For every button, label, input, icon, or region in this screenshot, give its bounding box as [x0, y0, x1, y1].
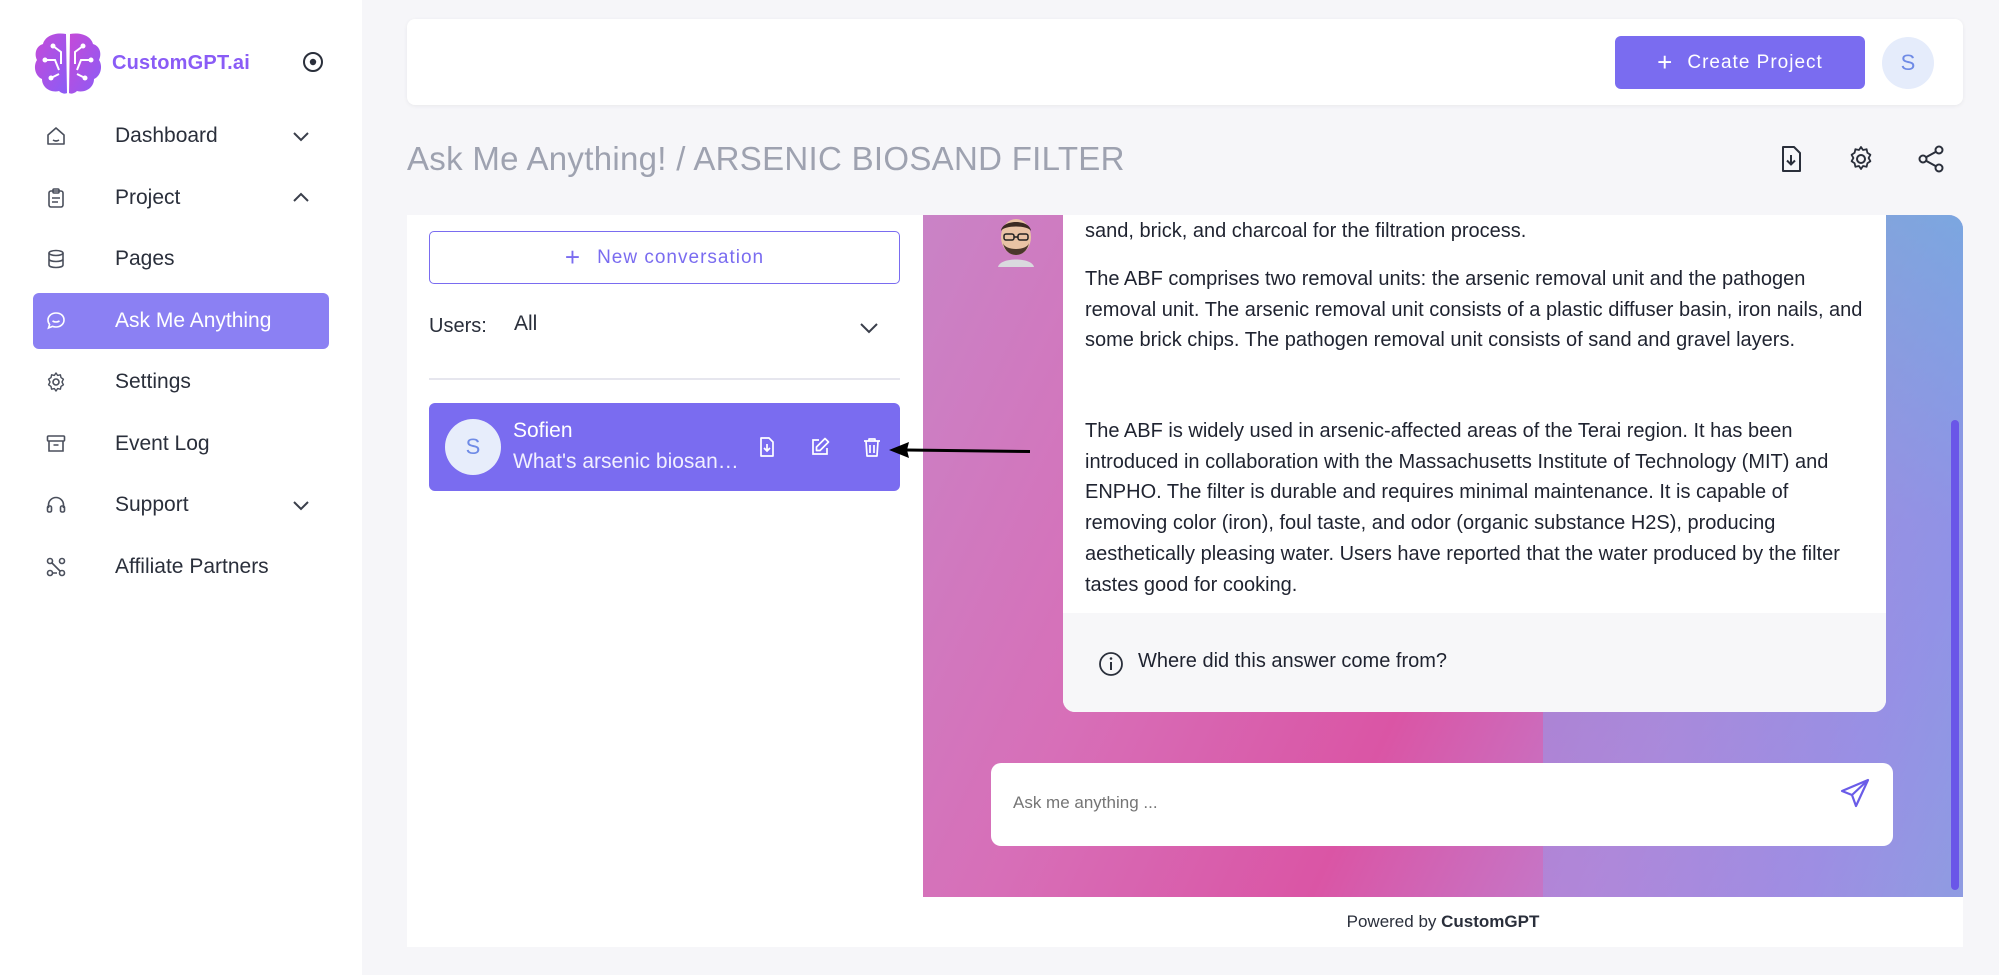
- info-icon: [1099, 652, 1123, 676]
- sidebar-item-label: Dashboard: [115, 124, 218, 147]
- sidebar-item-label: Ask Me Anything: [115, 308, 272, 332]
- page-title: Ask Me Anything! / ARSENIC BIOSAND FILTE…: [407, 140, 1125, 177]
- chat-input[interactable]: [1013, 793, 1793, 813]
- new-conversation-button[interactable]: + New conversation: [429, 231, 900, 284]
- sidebar-item-pages[interactable]: Pages: [33, 231, 329, 287]
- conversation-avatar: S: [445, 419, 501, 475]
- create-project-label: Create Project: [1687, 51, 1823, 73]
- gear-icon: [47, 372, 65, 392]
- sidebar-item-label: Project: [115, 185, 181, 209]
- sidebar-nav: Dashboard Project Pages Ask Me Anything …: [33, 108, 329, 600]
- chat-scrollbar[interactable]: [1951, 420, 1959, 890]
- edit-conversation-icon[interactable]: [809, 436, 831, 458]
- collapse-toggle-icon[interactable]: [302, 51, 324, 73]
- chat-input-container: [991, 763, 1893, 846]
- sidebar-item-label: Support: [115, 493, 189, 516]
- sidebar-item-event-log[interactable]: Event Log: [33, 416, 329, 472]
- plus-icon: +: [564, 242, 582, 272]
- chevron-down-icon[interactable]: [291, 126, 311, 146]
- download-file-icon[interactable]: [1776, 144, 1806, 174]
- powered-by-prefix: Powered by: [1346, 912, 1437, 931]
- chevron-up-icon[interactable]: [291, 188, 311, 208]
- headset-icon: [46, 496, 66, 513]
- conversation-panel: + New conversation Users: All S Sofien W…: [407, 215, 923, 947]
- user-avatar[interactable]: S: [1882, 37, 1934, 89]
- assistant-avatar: [998, 219, 1034, 267]
- sidebar-item-dashboard[interactable]: Dashboard: [33, 108, 329, 164]
- users-filter-select[interactable]: All: [514, 308, 900, 344]
- sidebar-item-affiliate-partners[interactable]: Affiliate Partners: [33, 539, 329, 595]
- message-paragraph: The ABF is widely used in arsenic-affect…: [1085, 420, 1840, 596]
- sidebar: CustomGPT.ai Dashboard Project Pages Ask…: [0, 0, 362, 975]
- create-project-button[interactable]: + Create Project: [1615, 36, 1865, 89]
- share-icon[interactable]: [1916, 144, 1946, 174]
- brand-name: CustomGPT.ai: [112, 51, 250, 74]
- divider: [429, 378, 900, 380]
- annotation-arrow-icon: [889, 442, 1031, 458]
- brand[interactable]: CustomGPT.ai: [33, 28, 333, 98]
- sidebar-item-label: Settings: [115, 370, 191, 393]
- archive-icon: [46, 434, 66, 452]
- plus-icon: +: [1657, 47, 1674, 77]
- network-icon: [46, 557, 66, 576]
- home-icon: [47, 127, 65, 145]
- message-paragraph: The ABF comprises two removal units: the…: [1085, 268, 1863, 352]
- powered-by-footer: Powered by CustomGPT: [923, 897, 1963, 947]
- sidebar-item-settings[interactable]: Settings: [33, 354, 329, 410]
- brain-logo-icon: [34, 33, 102, 94]
- sidebar-item-project[interactable]: Project: [33, 170, 329, 226]
- chat-icon: [47, 311, 65, 329]
- send-icon[interactable]: [1839, 777, 1871, 809]
- chevron-down-icon[interactable]: [291, 495, 311, 515]
- powered-by-brand[interactable]: CustomGPT: [1441, 912, 1539, 931]
- conversation-preview: What's arsenic biosand filter?: [513, 450, 743, 474]
- conversation-user-name: Sofien: [513, 419, 573, 442]
- assistant-message: sand, brick, and charcoal for the filtra…: [1063, 215, 1886, 712]
- sidebar-item-support[interactable]: Support: [33, 477, 329, 533]
- clipboard-icon: [48, 187, 64, 208]
- chevron-down-icon: [860, 323, 878, 334]
- answer-source-label: Where did this answer come from?: [1138, 650, 1448, 672]
- sidebar-item-label: Event Log: [115, 431, 210, 455]
- users-filter-value: All: [514, 312, 538, 335]
- users-filter-label: Users:: [429, 315, 487, 337]
- database-icon: [48, 249, 64, 269]
- message-paragraph: sand, brick, and charcoal for the filtra…: [1085, 220, 1527, 242]
- conversation-preview-text: What's arsenic biosand filter?: [513, 450, 743, 473]
- conversation-item[interactable]: S Sofien What's arsenic biosand filter?: [429, 403, 900, 491]
- new-conversation-label: New conversation: [597, 246, 765, 268]
- answer-source-link[interactable]: Where did this answer come from?: [1063, 613, 1886, 712]
- sidebar-item-label: Pages: [115, 247, 175, 270]
- sidebar-item-label: Affiliate Partners: [115, 554, 269, 578]
- sidebar-item-ask-me-anything[interactable]: Ask Me Anything: [33, 292, 329, 349]
- gear-icon[interactable]: [1846, 144, 1876, 174]
- export-conversation-icon[interactable]: [756, 436, 778, 458]
- chat-area: sand, brick, and charcoal for the filtra…: [923, 215, 1963, 897]
- trash-icon[interactable]: [861, 436, 883, 458]
